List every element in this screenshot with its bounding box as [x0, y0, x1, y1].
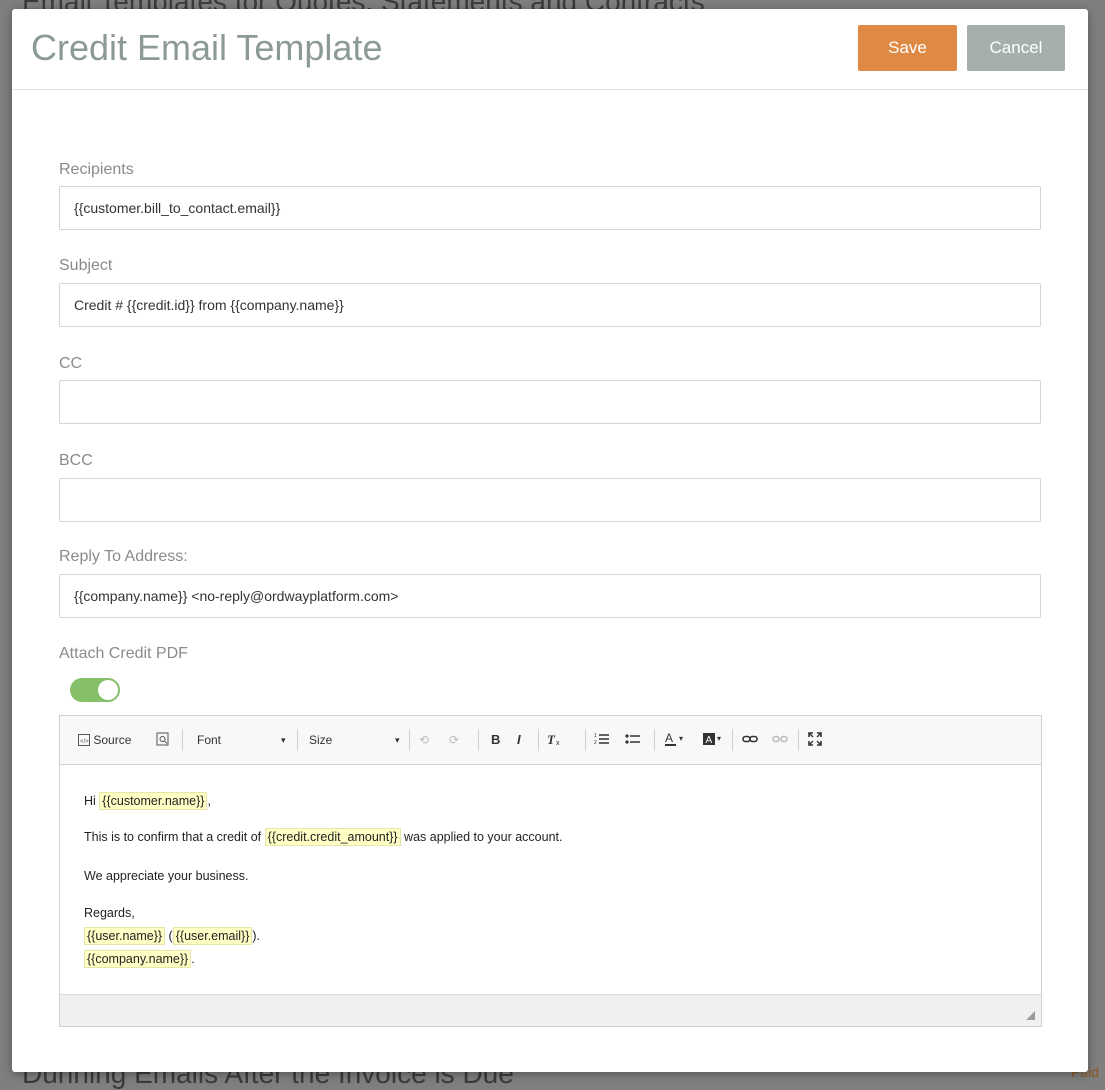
unlink-icon[interactable] [772, 732, 788, 748]
modal-title: Credit Email Template [31, 27, 383, 68]
subject-input[interactable]: Credit # {{credit.id}} from {{company.na… [59, 283, 1041, 327]
regards-line: Regards, [84, 906, 135, 920]
greeting-prefix: Hi [84, 794, 100, 808]
maximize-icon[interactable] [808, 732, 822, 748]
signature-line: {{user.name}} ({{user.email}}). [84, 927, 261, 945]
toolbar-separator [409, 729, 410, 751]
editor-footer [60, 994, 1041, 1026]
attach-pdf-label: Attach Credit PDF [59, 645, 188, 662]
size-dropdown-label: Size [309, 733, 333, 747]
toolbar-separator [654, 729, 655, 751]
bold-button[interactable]: B [491, 732, 500, 748]
cc-label: CC [59, 355, 83, 372]
save-button[interactable]: Save [858, 25, 957, 71]
resize-grip-icon[interactable] [1026, 1011, 1035, 1020]
subject-label: Subject [59, 257, 113, 274]
svg-text:A: A [706, 735, 713, 746]
paren-open: ( [165, 929, 173, 943]
svg-text:▾: ▾ [679, 734, 683, 743]
editor-content[interactable]: Hi {{customer.name}}, This is to confirm… [60, 764, 1041, 994]
chevron-down-icon: ▾ [281, 735, 286, 745]
recipients-label: Recipients [59, 161, 134, 178]
remove-format-icon[interactable]: Tx [546, 732, 562, 748]
confirm-prefix: This is to confirm that a credit of [84, 830, 265, 844]
confirm-line: This is to confirm that a credit of {{cr… [84, 828, 563, 846]
greeting-suffix: , [207, 794, 211, 808]
recipients-input[interactable]: {{customer.bill_to_contact.email}} [59, 186, 1041, 230]
svg-text:▾: ▾ [717, 734, 721, 743]
company-name-placeholder: {{company.name}} [84, 950, 192, 968]
attach-pdf-toggle[interactable] [70, 678, 120, 702]
svg-text:x: x [556, 740, 560, 746]
preview-button[interactable] [156, 732, 170, 748]
toggle-knob [98, 680, 118, 700]
credit-amount-placeholder: {{credit.credit_amount}} [264, 828, 401, 846]
svg-text:A: A [665, 732, 673, 745]
toolbar-separator [798, 729, 799, 751]
toolbar-separator [732, 729, 733, 751]
reply-to-label: Reply To Address: [59, 548, 188, 565]
paren-close: ). [252, 929, 261, 943]
bulleted-list-icon[interactable] [625, 732, 641, 748]
text-color-icon[interactable]: A ▾ [665, 731, 687, 748]
svg-text:1: 1 [594, 733, 597, 739]
size-dropdown[interactable]: Size ▾ [309, 732, 409, 748]
bcc-input[interactable] [59, 478, 1041, 522]
svg-text:T: T [547, 732, 556, 746]
credit-email-template-modal: Credit Email Template Save Cancel Recipi… [12, 9, 1088, 1072]
toolbar-separator [585, 729, 586, 751]
svg-text:2: 2 [594, 740, 597, 746]
greeting-line: Hi {{customer.name}}, [84, 792, 211, 810]
user-name-placeholder: {{user.name}} [84, 927, 166, 945]
toolbar-separator [478, 729, 479, 751]
cc-input[interactable] [59, 380, 1041, 424]
font-dropdown[interactable]: Font ▾ [197, 732, 297, 748]
source-button[interactable]: </> Source [78, 732, 131, 748]
italic-button[interactable]: I [517, 732, 521, 748]
email-body-editor: </> Source Font ▾ Size ▾ ⟲ ⟳ B I T x 1 2… [59, 715, 1042, 1027]
company-line: {{company.name}}. [84, 950, 195, 968]
font-dropdown-label: Font [197, 733, 222, 747]
source-label: Source [93, 733, 132, 747]
reply-to-input[interactable]: {{company.name}} <no-reply@ordwayplatfor… [59, 574, 1041, 618]
confirm-suffix: was applied to your account. [400, 830, 563, 844]
chevron-down-icon: ▾ [395, 735, 400, 745]
toolbar-separator [538, 729, 539, 751]
toolbar-separator [182, 729, 183, 751]
modal-header: Credit Email Template Save Cancel [12, 9, 1088, 90]
user-email-placeholder: {{user.email}} [172, 927, 253, 945]
source-icon: </> [78, 734, 90, 746]
background-color-icon[interactable]: A ▾ [703, 732, 725, 748]
cancel-button[interactable]: Cancel [967, 25, 1065, 71]
redo-icon[interactable]: ⟳ [449, 732, 459, 748]
numbered-list-icon[interactable]: 12 [594, 732, 610, 748]
preview-icon [156, 732, 169, 746]
undo-icon[interactable]: ⟲ [419, 732, 429, 748]
appreciate-line: We appreciate your business. [84, 869, 249, 883]
toolbar-separator [297, 729, 298, 751]
bcc-label: BCC [59, 452, 93, 469]
editor-toolbar: </> Source Font ▾ Size ▾ ⟲ ⟳ B I T x 1 2… [60, 716, 1041, 765]
link-icon[interactable] [742, 732, 758, 748]
svg-text:</>: </> [80, 739, 89, 745]
period: . [191, 952, 195, 966]
customer-name-placeholder: {{customer.name}} [99, 792, 208, 810]
